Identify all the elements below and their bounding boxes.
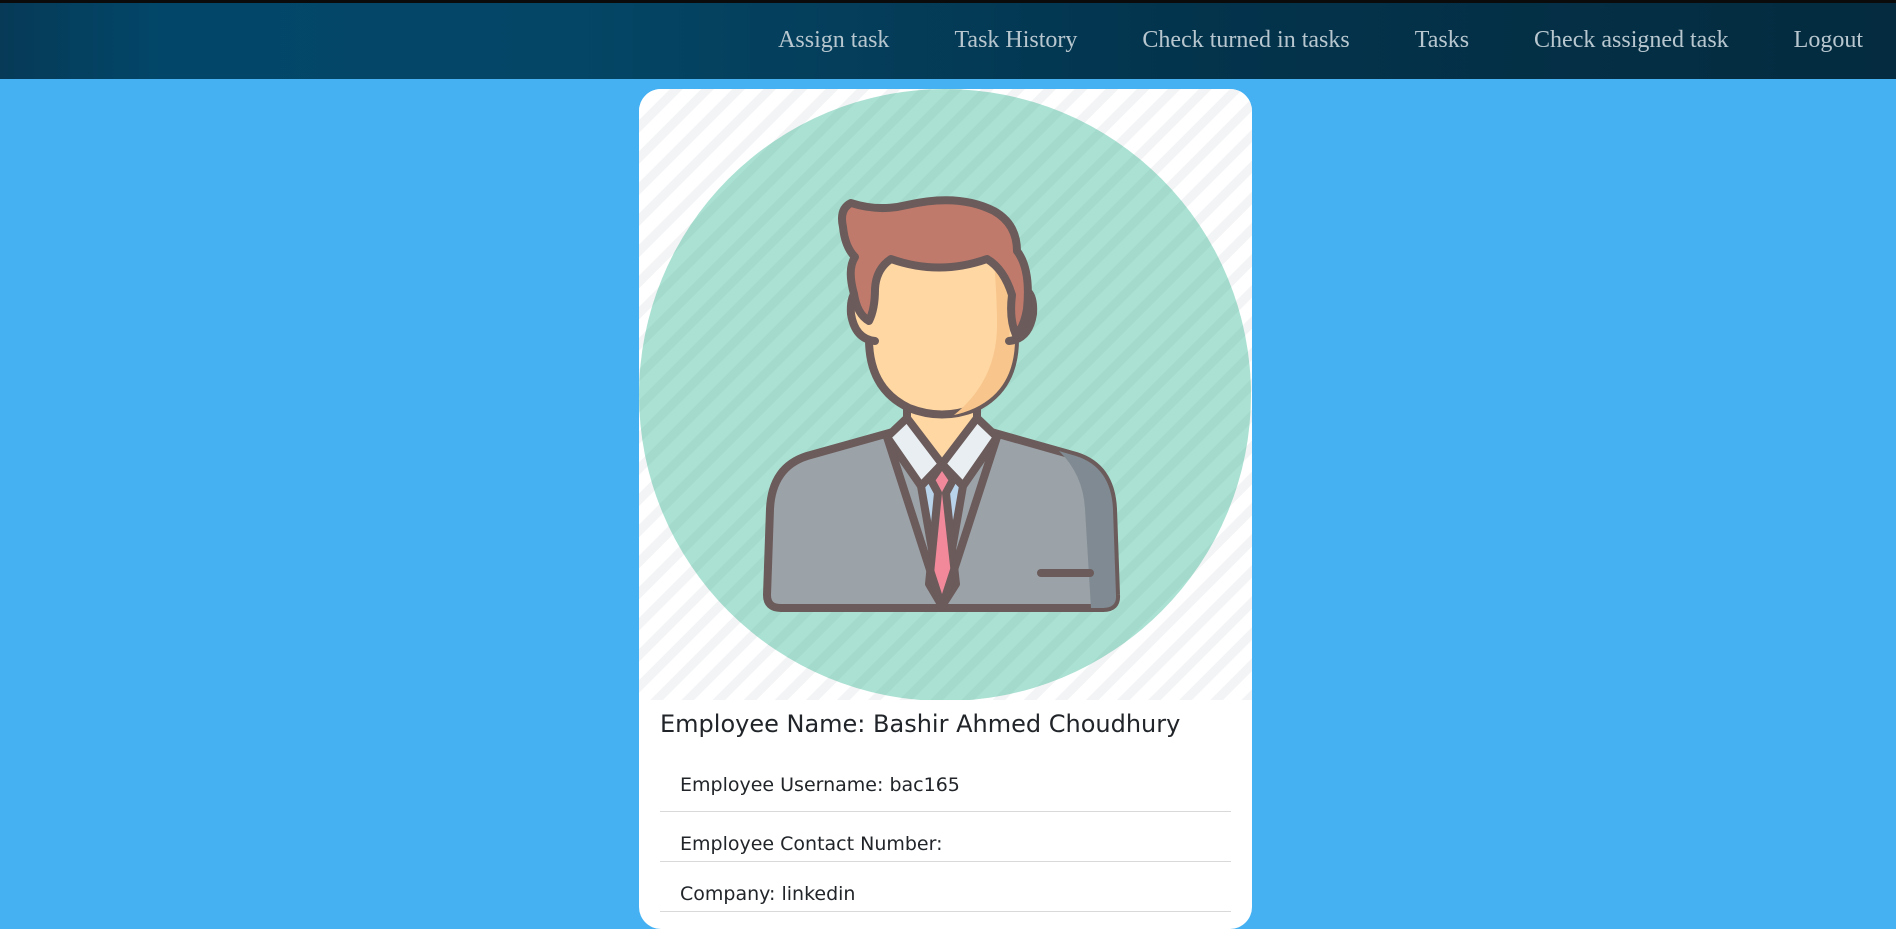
nav-assign-task-link[interactable]: Assign task — [778, 27, 889, 54]
nav-task-history-link[interactable]: Task History — [954, 27, 1077, 54]
company-label: Company: — [680, 883, 776, 905]
nav-tasks-link[interactable]: Tasks — [1415, 27, 1469, 54]
employee-contact-item: Employee Contact Number: — [660, 812, 1231, 862]
employee-info-list: Employee Username: bac165 Employee Conta… — [660, 751, 1231, 912]
businessman-avatar-icon — [639, 89, 1252, 700]
nav-check-turned-in-tasks-link[interactable]: Check turned in tasks — [1142, 27, 1349, 54]
employee-name-heading: Employee Name: Bashir Ahmed Choudhury — [660, 710, 1180, 738]
top-navbar: Assign task Task History Check turned in… — [0, 0, 1896, 79]
employee-name-value: Bashir Ahmed Choudhury — [873, 710, 1181, 738]
employee-profile-card: Employee Name: Bashir Ahmed Choudhury Em… — [639, 89, 1252, 929]
company-value: linkedin — [781, 883, 856, 905]
nav-logout-link[interactable]: Logout — [1794, 27, 1863, 54]
company-item: Company: linkedin — [660, 862, 1231, 912]
employee-username-item: Employee Username: bac165 — [660, 751, 1231, 812]
employee-name-label: Employee Name: — [660, 710, 866, 738]
employee-contact-label: Employee Contact Number: — [680, 833, 943, 855]
employee-username-label: Employee Username: — [680, 774, 884, 796]
employee-username-value: bac165 — [889, 774, 960, 796]
nav-check-assigned-task-link[interactable]: Check assigned task — [1534, 27, 1729, 54]
